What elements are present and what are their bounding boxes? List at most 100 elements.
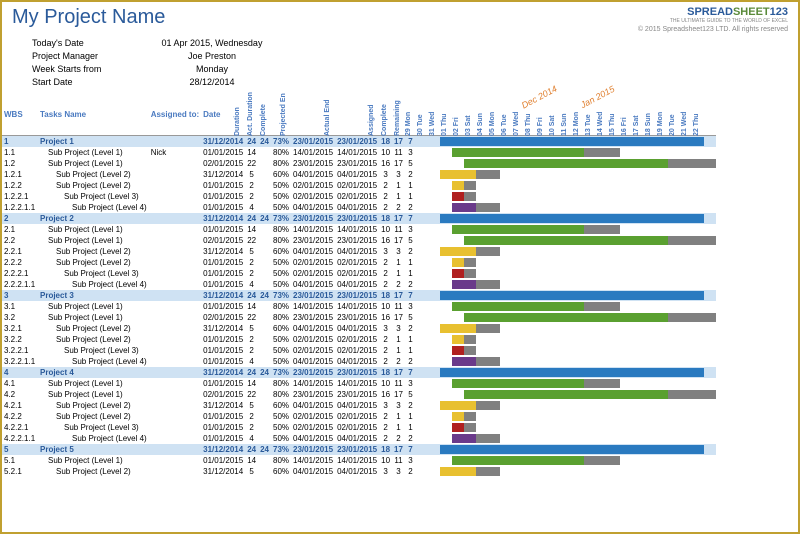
- cell-dur: 2: [245, 411, 258, 422]
- cell-aend: 04/01/2015: [335, 279, 379, 290]
- cell-assigned: [149, 290, 201, 301]
- cell-aend: 02/01/2015: [335, 180, 379, 191]
- cell-aend: 02/01/2015: [335, 334, 379, 345]
- cell-as: 18: [379, 213, 392, 224]
- cell-cm: 2: [392, 279, 405, 290]
- gantt-cell: [416, 345, 716, 356]
- cell-pend: 04/01/2015: [291, 246, 335, 257]
- task-row: 4.2 Sub Project (Level 1) 02/01/2015 22 …: [2, 389, 716, 400]
- cell-aend: 23/01/2015: [335, 135, 379, 147]
- cell-aend: 04/01/2015: [335, 466, 379, 477]
- gantt-bar: [452, 379, 584, 388]
- cell-name: Project 1: [38, 135, 149, 147]
- cell-name: Sub Project (Level 2): [38, 246, 149, 257]
- cell-adur: [258, 356, 271, 367]
- gantt-bar: [440, 368, 704, 377]
- cell-date: 01/01/2015: [201, 345, 245, 356]
- gantt-bar: [440, 445, 704, 454]
- cell-comp: 50%: [271, 202, 291, 213]
- gantt-cell: [416, 235, 716, 246]
- cell-name: Sub Project (Level 2): [38, 180, 149, 191]
- cell-rm: 5: [405, 312, 416, 323]
- cell-wbs: 1: [2, 135, 38, 147]
- cell-dur: 4: [245, 279, 258, 290]
- cell-date: 01/01/2015: [201, 301, 245, 312]
- cell-comp: 80%: [271, 389, 291, 400]
- gantt-cell: [416, 202, 716, 213]
- cell-name: Sub Project (Level 4): [38, 356, 149, 367]
- cell-dur: 2: [245, 334, 258, 345]
- cell-cm: 2: [392, 356, 405, 367]
- cell-rm: 5: [405, 158, 416, 169]
- cell-date: 01/01/2015: [201, 279, 245, 290]
- cell-wbs: 3.2.2.1.1: [2, 356, 38, 367]
- gantt-cell: [416, 444, 716, 455]
- cell-as: 2: [379, 202, 392, 213]
- cell-wbs: 2: [2, 213, 38, 224]
- cell-aend: 14/01/2015: [335, 301, 379, 312]
- cell-adur: [258, 312, 271, 323]
- cell-pend: 23/01/2015: [291, 312, 335, 323]
- cell-wbs: 1.2: [2, 158, 38, 169]
- meta-label: Today's Date: [32, 37, 152, 50]
- cell-rm: 5: [405, 389, 416, 400]
- gantt-bar: [452, 148, 584, 157]
- cell-pend: 23/01/2015: [291, 135, 335, 147]
- logo-b: SHEET: [733, 6, 770, 18]
- cell-comp: 73%: [271, 444, 291, 455]
- gantt-cell: [416, 400, 716, 411]
- cell-name: Sub Project (Level 1): [38, 301, 149, 312]
- cell-name: Sub Project (Level 2): [38, 400, 149, 411]
- cell-dur: 14: [245, 147, 258, 158]
- cell-rm: 7: [405, 213, 416, 224]
- cell-dur: 4: [245, 433, 258, 444]
- cell-cm: 11: [392, 301, 405, 312]
- cell-name: Sub Project (Level 3): [38, 191, 149, 202]
- gantt-bar: [440, 291, 704, 300]
- task-row: 4.2.2.1 Sub Project (Level 3) 01/01/2015…: [2, 422, 716, 433]
- cell-dur: 22: [245, 312, 258, 323]
- cell-adur: [258, 147, 271, 158]
- cell-rm: 2: [405, 202, 416, 213]
- cell-dur: 14: [245, 301, 258, 312]
- cell-as: 18: [379, 444, 392, 455]
- cell-dur: 2: [245, 268, 258, 279]
- cell-cm: 11: [392, 147, 405, 158]
- cell-as: 10: [379, 224, 392, 235]
- gantt-cell: [416, 290, 716, 301]
- cell-name: Sub Project (Level 4): [38, 202, 149, 213]
- task-row: 3.1 Sub Project (Level 1) 01/01/2015 14 …: [2, 301, 716, 312]
- cell-rm: 2: [405, 323, 416, 334]
- cell-cm: 17: [392, 158, 405, 169]
- cell-aend: 23/01/2015: [335, 213, 379, 224]
- cell-aend: 23/01/2015: [335, 389, 379, 400]
- task-row: 4.2.2 Sub Project (Level 2) 01/01/2015 2…: [2, 411, 716, 422]
- cell-dur: 2: [245, 345, 258, 356]
- cell-name: Sub Project (Level 3): [38, 422, 149, 433]
- cell-date: 31/12/2014: [201, 444, 245, 455]
- cell-adur: [258, 224, 271, 235]
- gantt-bar: [464, 258, 476, 267]
- gantt-bar: [452, 192, 464, 201]
- cell-dur: 22: [245, 389, 258, 400]
- cell-rm: 2: [405, 356, 416, 367]
- gantt-cell: [416, 323, 716, 334]
- cell-wbs: 2.2.1: [2, 246, 38, 257]
- cell-pend: 14/01/2015: [291, 224, 335, 235]
- gantt-bar: [464, 390, 668, 399]
- cell-adur: [258, 257, 271, 268]
- meta-label: Week Starts from: [32, 63, 152, 76]
- cell-name: Sub Project (Level 4): [38, 433, 149, 444]
- gantt-cell: [416, 246, 716, 257]
- cell-comp: 60%: [271, 466, 291, 477]
- gantt-bar: [464, 423, 476, 432]
- cell-assigned: [149, 257, 201, 268]
- gantt-bar: [476, 280, 500, 289]
- task-row: 2.2.2.1.1 Sub Project (Level 4) 01/01/20…: [2, 279, 716, 290]
- gantt-bar: [668, 313, 716, 322]
- gantt-bar: [452, 335, 464, 344]
- logo: SPREADSHEET123: [638, 6, 788, 18]
- cell-aend: 02/01/2015: [335, 268, 379, 279]
- gantt-cell: [416, 191, 716, 202]
- cell-comp: 50%: [271, 433, 291, 444]
